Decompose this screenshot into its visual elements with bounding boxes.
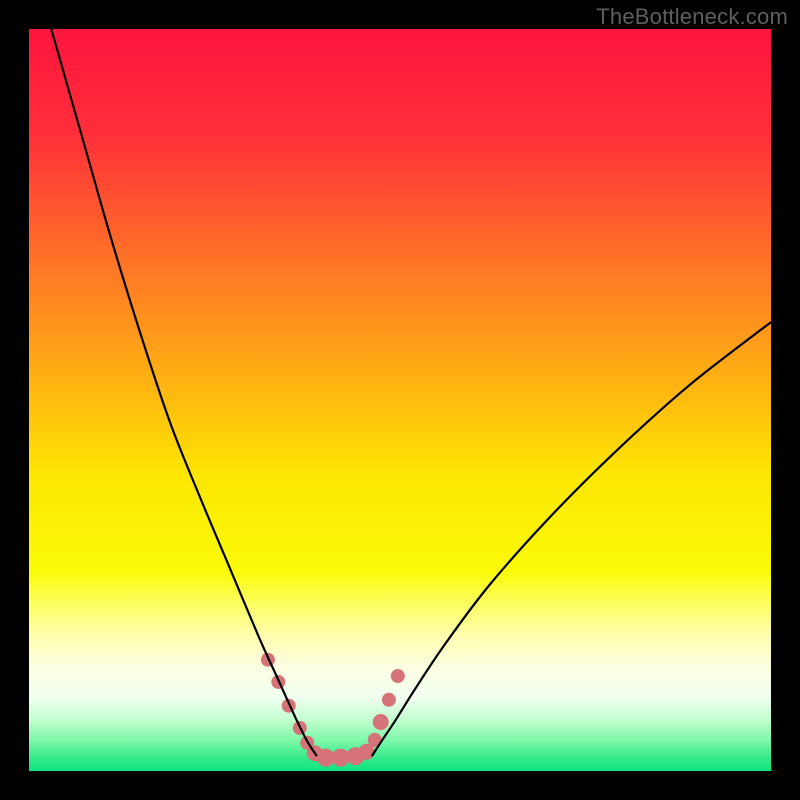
floor-dots-group [261, 653, 405, 767]
floor-dot [391, 669, 405, 683]
floor-dot [373, 714, 389, 730]
outer-frame: TheBottleneck.com [0, 0, 800, 800]
floor-dot [382, 693, 396, 707]
right-branch-curve [372, 322, 771, 756]
curve-layer [29, 29, 771, 771]
watermark-text: TheBottleneck.com [596, 4, 788, 30]
plot-area [29, 29, 771, 771]
left-branch-curve [51, 29, 317, 756]
